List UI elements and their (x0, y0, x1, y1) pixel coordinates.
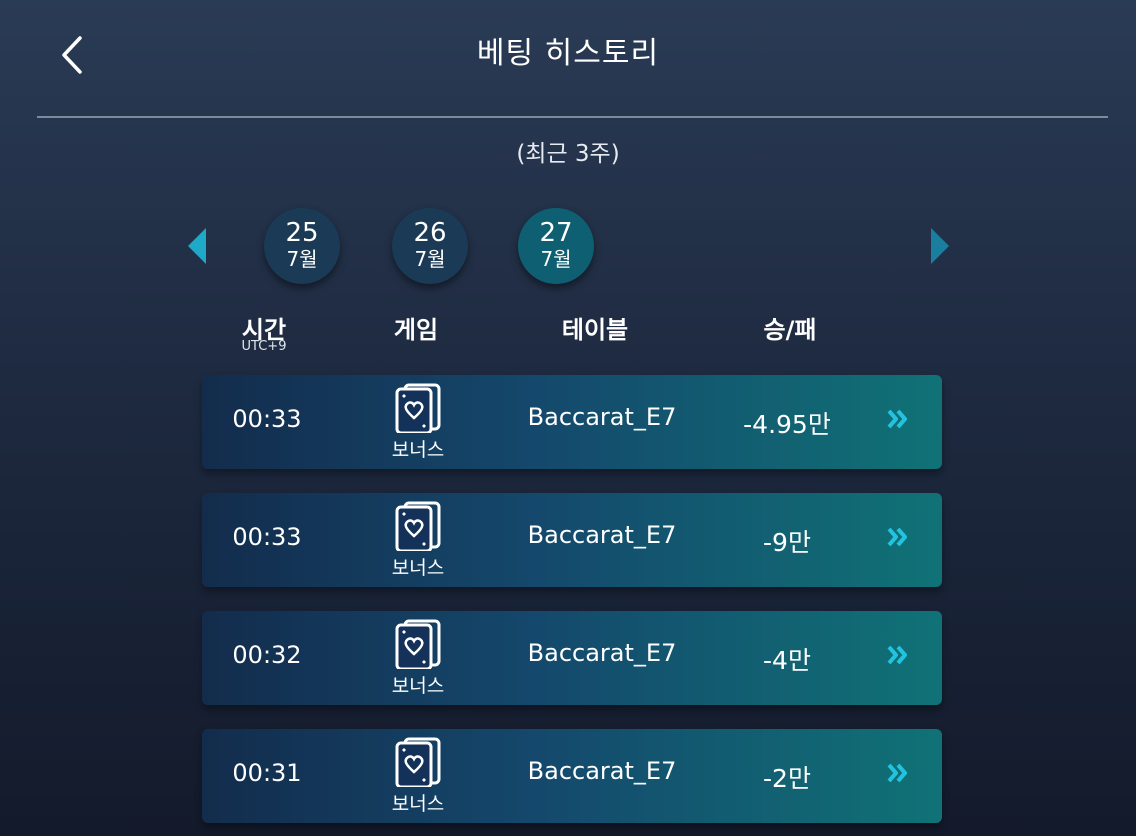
card-heart-icon (393, 383, 443, 435)
card-heart-icon (393, 737, 443, 789)
triangle-left-icon[interactable] (188, 228, 206, 264)
date-chip-27-selected[interactable]: 27 7월 (518, 208, 594, 284)
card-heart-icon (393, 619, 443, 671)
double-chevron-right-icon[interactable] (886, 526, 910, 548)
game-label: 보너스 (391, 793, 445, 815)
game-label: 보너스 (391, 675, 445, 697)
game-label: 보너스 (391, 439, 445, 461)
bet-history-row[interactable]: 00:32 보너스 Baccarat_E7 -4만 (202, 611, 942, 705)
page-title: 베팅 히스토리 (476, 36, 660, 71)
header: 베팅 히스토리 (0, 0, 1136, 118)
column-header-table: 테이블 (561, 316, 629, 344)
card-heart-icon (393, 501, 443, 553)
game-label: 보너스 (391, 557, 445, 579)
bet-time: 00:33 (232, 523, 302, 551)
date-chip-25[interactable]: 25 7월 (264, 208, 340, 284)
win-loss-amount: -2만 (763, 764, 811, 793)
double-chevron-right-icon[interactable] (886, 408, 910, 430)
header-divider (37, 116, 1108, 118)
triangle-right-icon[interactable] (931, 228, 949, 264)
column-header-game: 게임 (393, 316, 439, 344)
bet-history-row[interactable]: 00:33 보너스 Baccarat_E7 -9만 (202, 493, 942, 587)
date-day: 26 (413, 218, 447, 248)
timezone-label: UTC+9 (241, 339, 287, 354)
win-loss-amount: -4.95만 (743, 410, 831, 439)
date-chip-26[interactable]: 26 7월 (392, 208, 468, 284)
bet-history-row[interactable]: 00:31 보너스 Baccarat_E7 -2만 (202, 729, 942, 823)
bet-history-row[interactable]: 00:33 보너스 Baccarat_E7 -4.95만 (202, 375, 942, 469)
bet-time: 00:31 (232, 759, 302, 787)
win-loss-amount: -4만 (763, 646, 811, 675)
date-month: 7월 (414, 247, 446, 271)
bet-time: 00:32 (232, 641, 302, 669)
table-name: Baccarat_E7 (527, 521, 677, 549)
win-loss-amount: -9만 (763, 528, 811, 557)
table-name: Baccarat_E7 (527, 639, 677, 667)
date-month: 7월 (540, 247, 572, 271)
date-navigator: 25 7월 26 7월 27 7월 (0, 208, 1136, 288)
table-name: Baccarat_E7 (527, 403, 677, 431)
double-chevron-right-icon[interactable] (886, 644, 910, 666)
table-name: Baccarat_E7 (527, 757, 677, 785)
bet-time: 00:33 (232, 405, 302, 433)
date-month: 7월 (286, 247, 318, 271)
double-chevron-right-icon[interactable] (886, 762, 910, 784)
period-label: (최근 3주) (516, 141, 620, 167)
date-day: 27 (539, 218, 573, 248)
date-day: 25 (285, 218, 319, 248)
column-header-result: 승/패 (763, 316, 817, 344)
